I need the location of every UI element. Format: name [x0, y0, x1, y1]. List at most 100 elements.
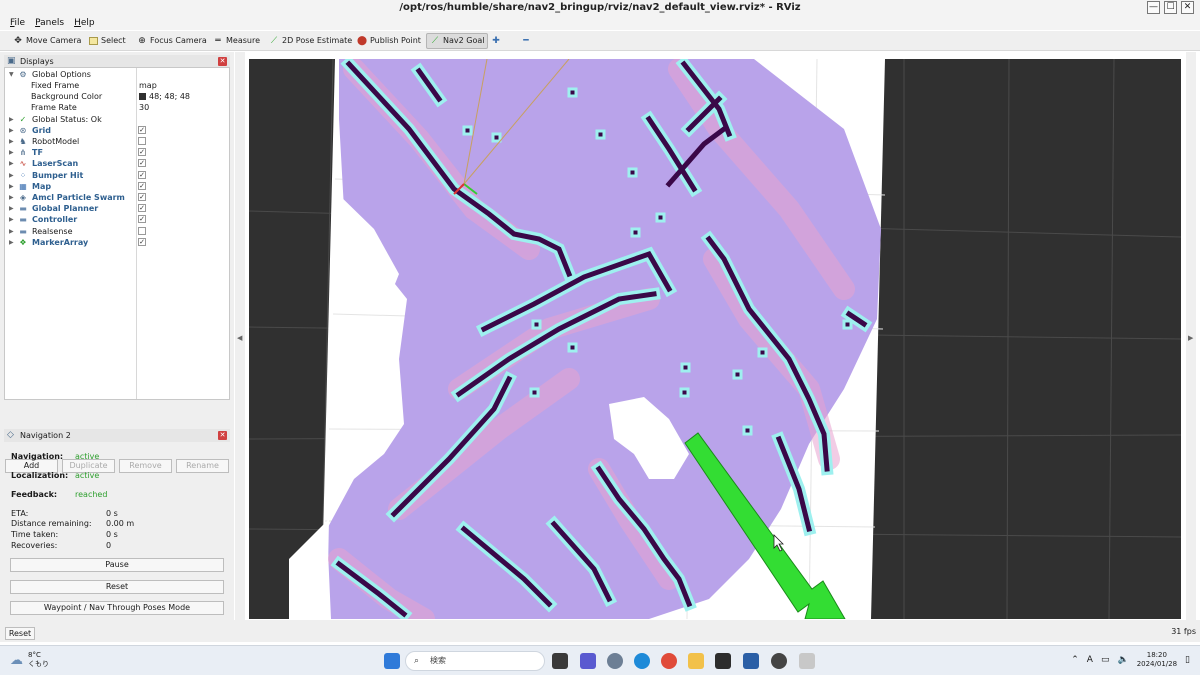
tf-checkbox[interactable]: ✓: [138, 148, 146, 156]
display-row-fixed-frame[interactable]: Fixed Frame map: [5, 80, 229, 91]
map-checkbox[interactable]: ✓: [138, 182, 146, 190]
map-icon: ▦: [19, 182, 27, 191]
toolbar: ✥ Move Camera Select ⊕ Focus Camera ═ Measu…: [0, 31, 1200, 51]
particle-icon: ◈: [19, 193, 27, 202]
display-row-global-status[interactable]: ▶ ✓ Global Status: Ok: [5, 114, 229, 125]
linux-app-icon[interactable]: [771, 653, 787, 669]
grid-checkbox[interactable]: ✓: [138, 126, 146, 134]
tool-measure[interactable]: ═ Measure: [210, 33, 263, 49]
display-row-controller[interactable]: ▶ ▬ Controller ✓: [5, 214, 229, 225]
start-icon[interactable]: [384, 653, 400, 669]
rviz-app-icon[interactable]: [799, 653, 815, 669]
minimize-button[interactable]: —: [1147, 1, 1160, 14]
distance-remaining-metric: Distance remaining: 0.00 m: [11, 519, 135, 528]
display-row-laserscan[interactable]: ▶ ∿ LaserScan ✓: [5, 158, 229, 169]
edge-icon[interactable]: [634, 653, 650, 669]
chevron-up-icon[interactable]: ⌃: [1071, 655, 1079, 665]
display-row-background-color[interactable]: Background Color 48; 48; 48: [5, 91, 229, 102]
collapse-left-icon: ◀: [237, 334, 243, 342]
weather-condition: くもり: [28, 660, 49, 668]
menu-help[interactable]: Help: [74, 16, 95, 30]
display-row-markerarray[interactable]: ▶ ❖ MarkerArray ✓: [5, 237, 229, 248]
bumper-hit-checkbox[interactable]: ✓: [138, 171, 146, 179]
laserscan-checkbox[interactable]: ✓: [138, 159, 146, 167]
navigation-panel-title: ◇ Navigation 2 ✕: [4, 429, 230, 442]
display-row-global-options[interactable]: ▼ ⚙ Global Options: [5, 69, 229, 80]
markerarray-checkbox[interactable]: ✓: [138, 238, 146, 246]
map-canvas[interactable]: [249, 59, 1181, 619]
display-row-grid[interactable]: ▶ ⊛ Grid ✓: [5, 125, 229, 136]
network-icon[interactable]: ▭: [1101, 655, 1110, 665]
gear-icon: ⚙: [19, 70, 27, 79]
tf-icon: ⋔: [19, 148, 27, 157]
diamond-icon: ◇: [7, 430, 14, 440]
tool-select[interactable]: Select: [86, 33, 129, 49]
minus-icon: ━: [523, 36, 529, 46]
color-swatch: [139, 93, 146, 100]
3d-viewport[interactable]: [249, 59, 1181, 619]
menu-panels[interactable]: Panels: [35, 16, 64, 30]
taskbar-search[interactable]: ⌕ 検索: [405, 651, 545, 671]
remove-tool-button[interactable]: ━: [518, 33, 534, 49]
amcl-particle-swarm-checkbox[interactable]: ✓: [138, 193, 146, 201]
chrome-icon[interactable]: [661, 653, 677, 669]
global-planner-checkbox[interactable]: ✓: [138, 204, 146, 212]
maximize-button[interactable]: ☐: [1164, 1, 1177, 14]
robotmodel-checkbox[interactable]: [138, 137, 146, 145]
taskbar: ☁ 8°C くもり ⌕ 検索 ⌃ A ▭ 🔈 18:20 2024/01/28 …: [0, 645, 1200, 675]
displays-tree: ▼ ⚙ Global Options Fixed Frame map Backg…: [4, 67, 230, 400]
task-view-icon[interactable]: [552, 653, 568, 669]
pose-estimate-icon: ⟋: [270, 36, 278, 46]
add-tool-button[interactable]: ✚: [488, 33, 504, 49]
weather-widget[interactable]: ☁ 8°C くもり: [10, 651, 49, 669]
search-icon: ⌕: [414, 656, 420, 666]
controller-checkbox[interactable]: ✓: [138, 215, 146, 223]
fps-readout: 31 fps: [1171, 627, 1196, 636]
settings-icon[interactable]: [607, 653, 623, 669]
tool-publish-point[interactable]: ⬤ Publish Point: [354, 33, 424, 49]
bumper-icon: ⁘: [19, 171, 27, 180]
measure-icon: ═: [215, 36, 221, 46]
display-row-frame-rate[interactable]: Frame Rate 30: [5, 102, 229, 113]
reset-view-button[interactable]: Reset: [5, 627, 35, 640]
display-row-bumper-hit[interactable]: ▶ ⁘ Bumper Hit ✓: [5, 170, 229, 181]
volume-icon[interactable]: 🔈: [1117, 655, 1128, 665]
close-window-button[interactable]: ✕: [1181, 1, 1194, 14]
tool-nav2-goal[interactable]: ⟋ Nav2 Goal: [426, 33, 489, 49]
display-row-global-planner[interactable]: ▶ ▬ Global Planner ✓: [5, 203, 229, 214]
ime-indicator[interactable]: A: [1087, 655, 1093, 665]
chat-icon[interactable]: [580, 653, 596, 669]
menubar: File Panels Help: [0, 16, 1200, 30]
move-camera-icon: ✥: [14, 36, 22, 46]
display-row-amcl-particle-swarm[interactable]: ▶ ◈ Amcl Particle Swarm ✓: [5, 192, 229, 203]
navigation-panel: Navigation: active Localization: active …: [4, 444, 230, 620]
clock[interactable]: 18:20 2024/01/28: [1137, 651, 1177, 669]
nav2-goal-icon: ⟋: [431, 36, 439, 46]
file-explorer-icon[interactable]: [688, 653, 704, 669]
robot-icon: ♞: [19, 137, 27, 146]
pause-button[interactable]: Pause: [10, 558, 224, 572]
publish-point-icon: ⬤: [357, 36, 368, 46]
close-displays-panel-button[interactable]: ✕: [218, 57, 227, 66]
waypoint-mode-button[interactable]: Waypoint / Nav Through Poses Mode: [10, 601, 224, 615]
plus-icon: ✚: [492, 36, 500, 46]
menu-file[interactable]: File: [10, 16, 25, 30]
right-splitter[interactable]: ▶: [1186, 52, 1196, 632]
tool-2d-pose-estimate[interactable]: ⟋ 2D Pose Estimate: [266, 33, 355, 49]
tool-move-camera[interactable]: ✥ Move Camera: [10, 33, 84, 49]
display-row-map[interactable]: ▶ ▦ Map ✓: [5, 181, 229, 192]
display-row-realsense[interactable]: ▶ ▬ Realsense: [5, 226, 229, 237]
store-icon[interactable]: [743, 653, 759, 669]
display-row-robotmodel[interactable]: ▶ ♞ RobotModel: [5, 136, 229, 147]
notification-icon[interactable]: ▯: [1185, 655, 1190, 665]
realsense-checkbox[interactable]: [138, 227, 146, 235]
tool-focus-camera[interactable]: ⊕ Focus Camera: [134, 33, 210, 49]
display-row-tf[interactable]: ▶ ⋔ TF ✓: [5, 147, 229, 158]
reset-navigation-button[interactable]: Reset: [10, 580, 224, 594]
terminal-icon[interactable]: [715, 653, 731, 669]
window-title: /opt/ros/humble/share/nav2_bringup/rviz/…: [399, 2, 801, 13]
folder-icon: ▬: [19, 204, 27, 213]
free-space-bottom-left: [289, 519, 329, 619]
close-navigation-panel-button[interactable]: ✕: [218, 431, 227, 440]
left-splitter[interactable]: ◀: [235, 52, 245, 632]
